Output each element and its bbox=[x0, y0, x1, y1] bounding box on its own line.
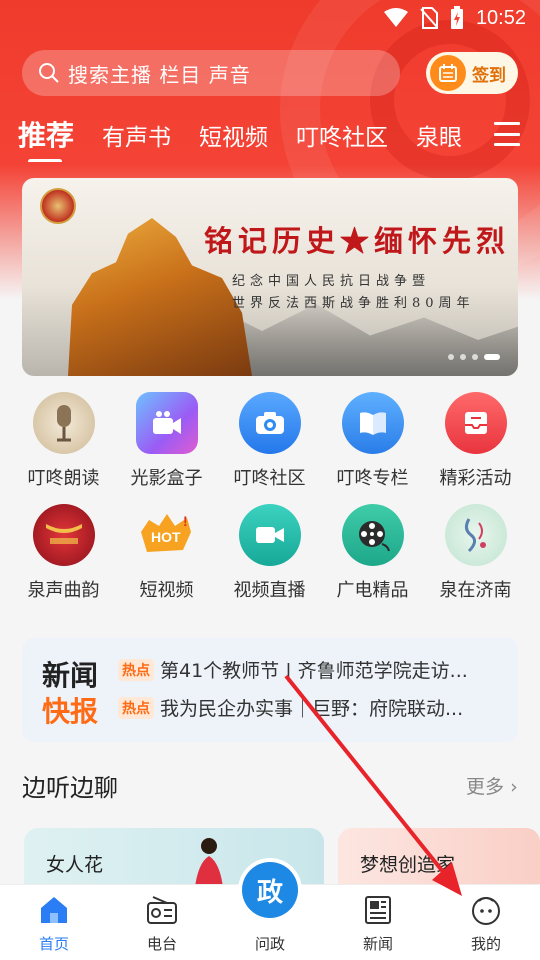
home-icon bbox=[41, 897, 67, 923]
search-input[interactable]: 搜索主播 栏目 声音 bbox=[22, 50, 400, 96]
no-sim-icon bbox=[420, 7, 438, 29]
grid-item-column[interactable]: 叮咚专栏 bbox=[321, 392, 424, 490]
newspaper-icon bbox=[365, 896, 391, 924]
nav-home[interactable]: 首页 bbox=[0, 885, 108, 960]
calendar-icon bbox=[430, 55, 466, 91]
status-bar: 10:52 bbox=[0, 0, 540, 36]
status-time: 10:52 bbox=[475, 6, 526, 29]
spring-icon bbox=[444, 504, 507, 566]
tab-short-video[interactable]: 短视频 bbox=[199, 112, 268, 152]
card-title: 梦想创造家 bbox=[360, 854, 456, 876]
profile-icon bbox=[472, 897, 500, 925]
grid-label: 叮咚社区 bbox=[233, 468, 306, 489]
battery-icon bbox=[450, 6, 463, 29]
grid-item-lightbox[interactable]: 光影盒子 bbox=[115, 392, 218, 490]
banner-pagination bbox=[448, 354, 500, 360]
politics-icon: 政 bbox=[242, 862, 298, 918]
banner-title: 铭记历史★缅怀先烈 bbox=[204, 224, 511, 258]
grid-item-reading[interactable]: 叮咚朗读 bbox=[12, 392, 115, 490]
book-icon bbox=[341, 392, 404, 454]
category-tabs: 推荐 有声书 短视频 叮咚社区 泉眼 bbox=[18, 112, 488, 162]
live-video-icon bbox=[238, 504, 301, 566]
nav-label: 问政 bbox=[254, 935, 285, 953]
nav-label: 首页 bbox=[38, 935, 69, 953]
nav-profile[interactable]: 我的 bbox=[432, 885, 540, 960]
hot-badge: 热点 bbox=[118, 658, 154, 681]
grid-item-opera[interactable]: 泉声曲韵 bbox=[12, 504, 115, 602]
svg-text:!: ! bbox=[183, 513, 188, 529]
tab-quanyan[interactable]: 泉眼 bbox=[416, 112, 462, 152]
chevron-right-icon: › bbox=[510, 776, 518, 798]
card-title: 女人花 bbox=[46, 854, 104, 876]
banner-subtitle: 纪念中国人民抗日战争暨 bbox=[232, 274, 431, 289]
film-reel-icon bbox=[341, 504, 404, 566]
search-icon bbox=[39, 63, 59, 83]
banner-logo bbox=[40, 188, 76, 224]
inbox-icon bbox=[444, 392, 507, 454]
more-label: 更多 bbox=[466, 776, 505, 798]
radio-icon bbox=[147, 896, 177, 924]
signin-label: 签到 bbox=[472, 65, 506, 86]
video-camera-icon bbox=[135, 392, 198, 454]
wifi-icon bbox=[383, 8, 408, 27]
microphone-icon bbox=[32, 392, 95, 454]
camera-icon bbox=[238, 392, 301, 454]
search-placeholder: 搜索主播 栏目 声音 bbox=[68, 62, 251, 87]
grid-item-short-video[interactable]: HOT! 短视频 bbox=[115, 504, 218, 602]
grid-label: 广电精品 bbox=[336, 580, 409, 601]
grid-item-live[interactable]: 视频直播 bbox=[218, 504, 321, 602]
nav-label: 新闻 bbox=[362, 935, 393, 953]
politics-button[interactable]: 政 bbox=[238, 858, 302, 922]
banner[interactable]: 铭记历史★缅怀先烈 纪念中国人民抗日战争暨 世界反法西斯战争胜利80周年 bbox=[22, 178, 518, 376]
grid-label: 叮咚朗读 bbox=[27, 468, 100, 489]
nav-label: 我的 bbox=[470, 935, 501, 953]
grid-label: 精彩活动 bbox=[439, 468, 512, 489]
hot-badge: 热点 bbox=[118, 696, 154, 719]
news-flash-card[interactable]: 新闻 快报 热点 第41个教师节 | 齐鲁师范学院走访... 热点 我为民企办实… bbox=[22, 638, 518, 742]
grid-label: 泉声曲韵 bbox=[27, 580, 100, 601]
grid-label: 短视频 bbox=[139, 580, 194, 601]
tab-recommend[interactable]: 推荐 bbox=[18, 112, 74, 162]
grid-label: 视频直播 bbox=[233, 580, 306, 601]
grid-item-activities[interactable]: 精彩活动 bbox=[424, 392, 527, 490]
news-tag: 新闻 bbox=[42, 659, 99, 692]
news-tag: 快报 bbox=[42, 695, 99, 728]
nav-news[interactable]: 新闻 bbox=[324, 885, 432, 960]
nav-radio[interactable]: 电台 bbox=[108, 885, 216, 960]
news-headline: 我为民企办实事｜巨野：府院联动... bbox=[160, 698, 464, 720]
news-item[interactable]: 热点 我为民企办实事｜巨野：府院联动... bbox=[118, 694, 506, 721]
news-item[interactable]: 热点 第41个教师节 | 齐鲁师范学院走访... bbox=[118, 656, 506, 683]
signin-button[interactable]: 签到 bbox=[426, 52, 518, 94]
nav-label: 电台 bbox=[146, 935, 177, 953]
tab-community[interactable]: 叮咚社区 bbox=[296, 112, 388, 152]
section-title: 边听边聊 bbox=[22, 774, 118, 802]
tab-audiobook[interactable]: 有声书 bbox=[102, 112, 171, 152]
grid-item-broadcast[interactable]: 广电精品 bbox=[321, 504, 424, 602]
grid-label: 泉在济南 bbox=[439, 580, 512, 601]
grid-label: 叮咚专栏 bbox=[336, 468, 409, 489]
feature-grid: 叮咚朗读 光影盒子 叮咚社区 叮咚专栏 精彩活动 泉声曲韵 HOT! 短视频 视… bbox=[12, 392, 532, 602]
banner-subtitle: 世界反法西斯战争胜利80周年 bbox=[232, 296, 475, 311]
svg-text:HOT: HOT bbox=[151, 529, 181, 545]
news-headline: 第41个教师节 | 齐鲁师范学院走访... bbox=[160, 660, 468, 682]
grid-label: 光影盒子 bbox=[130, 468, 203, 489]
grid-item-spring[interactable]: 泉在济南 bbox=[424, 504, 527, 602]
tab-menu-icon[interactable] bbox=[494, 122, 520, 146]
stage-icon bbox=[32, 504, 95, 566]
hot-badge-icon: HOT! bbox=[136, 504, 198, 566]
more-link[interactable]: 更多 › bbox=[466, 772, 518, 799]
grid-item-community[interactable]: 叮咚社区 bbox=[218, 392, 321, 490]
